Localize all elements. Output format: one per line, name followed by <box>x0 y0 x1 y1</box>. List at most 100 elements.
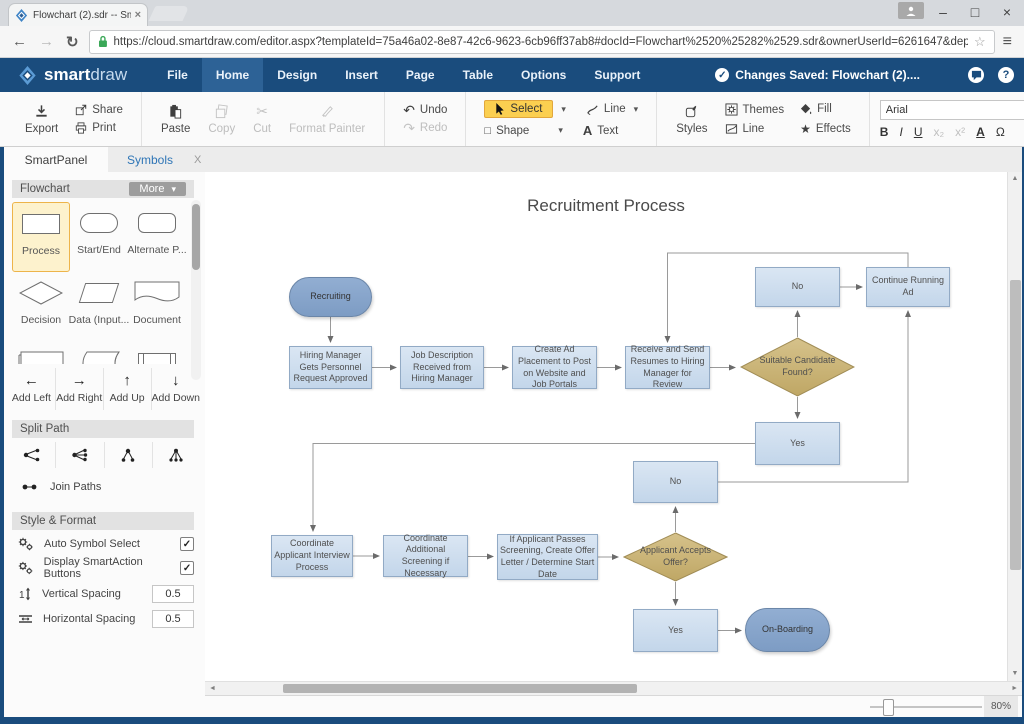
new-tab-button[interactable] <box>149 6 190 21</box>
export-button[interactable]: Export <box>25 104 58 135</box>
symbol-predefined-process[interactable] <box>128 342 186 364</box>
flow-node-no-top[interactable]: No <box>755 267 840 307</box>
fill-button[interactable]: Fill <box>800 103 851 116</box>
flow-node-recruiting[interactable]: Recruiting <box>289 277 372 317</box>
flow-decision-applicant-accepts[interactable]: Applicant Accepts Offer? <box>623 532 728 582</box>
split-three-down-button[interactable] <box>153 442 200 468</box>
font-color-button[interactable]: A <box>976 125 985 139</box>
close-button[interactable]: × <box>992 0 1022 24</box>
symbol-process[interactable]: Process <box>12 202 70 272</box>
address-bar[interactable]: https://cloud.smartdraw.com/editor.aspx?… <box>89 30 995 54</box>
bold-button[interactable]: B <box>880 125 889 139</box>
copy-button[interactable]: Copy <box>208 104 235 135</box>
tab-symbols[interactable]: Symbols <box>108 147 192 172</box>
scroll-up-icon[interactable]: ▲ <box>1008 172 1022 186</box>
special-char-button[interactable]: Ω <box>996 125 1005 139</box>
split-two-down-button[interactable] <box>105 442 153 468</box>
maximize-button[interactable]: □ <box>960 0 990 24</box>
cut-button[interactable]: ✂ Cut <box>253 104 271 135</box>
flow-node-create-ad[interactable]: Create Ad Placement to Post on Website a… <box>512 346 597 389</box>
symbol-start-end[interactable]: Start/End <box>70 202 128 272</box>
back-icon[interactable]: ← <box>12 33 27 50</box>
redo-button[interactable]: ↷ Redo <box>403 122 447 134</box>
canvas-horizontal-scrollbar[interactable]: ◄ ► <box>205 681 1022 695</box>
vertical-scroll-thumb[interactable] <box>1010 280 1021 570</box>
bookmark-star-icon[interactable]: ☆ <box>968 34 986 50</box>
line-style-button[interactable]: Line <box>725 122 785 135</box>
canvas-vertical-scrollbar[interactable]: ▲ ▼ <box>1007 172 1022 681</box>
drawing-canvas[interactable]: Recruitment Process <box>205 172 1007 681</box>
add-up-button[interactable]: ↑Add Up <box>104 368 152 410</box>
zoom-slider-handle[interactable] <box>883 699 894 716</box>
horizontal-spacing-input[interactable] <box>152 610 194 628</box>
symbol-stored-data[interactable] <box>70 342 128 364</box>
more-button[interactable]: More▾ <box>129 182 186 196</box>
italic-button[interactable]: I <box>899 125 902 139</box>
vertical-spacing-input[interactable] <box>152 585 194 603</box>
join-paths-button[interactable]: Join Paths <box>22 477 101 497</box>
themes-button[interactable]: Themes <box>725 103 785 116</box>
flow-node-coordinate-interview[interactable]: Coordinate Applicant Interview Process <box>271 535 353 577</box>
menu-insert[interactable]: Insert <box>331 58 392 92</box>
sidebar-scroll-thumb[interactable] <box>192 204 200 270</box>
browser-menu-icon[interactable]: ≡ <box>1003 33 1012 51</box>
menu-page[interactable]: Page <box>392 58 449 92</box>
symbol-document[interactable]: Document <box>128 272 186 342</box>
styles-button[interactable]: Styles <box>676 104 707 135</box>
flow-node-offer-letter[interactable]: If Applicant Passes Screening, Create Of… <box>497 534 598 580</box>
profile-icon[interactable] <box>898 2 924 19</box>
scroll-down-icon[interactable]: ▼ <box>1008 667 1022 681</box>
feedback-bubble-icon[interactable] <box>968 67 984 83</box>
effects-button[interactable]: ★ Effects <box>800 122 851 136</box>
flow-node-no-bottom[interactable]: No <box>633 461 718 503</box>
flow-node-yes-bottom[interactable]: Yes <box>633 609 718 652</box>
flow-node-coordinate-screening[interactable]: Coordinate Additional Screening if Neces… <box>383 535 468 577</box>
scroll-right-icon[interactable]: ► <box>1011 682 1018 695</box>
tab-smartpanel[interactable]: SmartPanel <box>4 147 108 172</box>
select-caret-icon[interactable]: ▾ <box>561 104 566 115</box>
menu-file[interactable]: File <box>153 58 202 92</box>
menu-home[interactable]: Home <box>202 58 263 92</box>
symbol-document-2[interactable] <box>12 342 70 364</box>
symbol-data-input[interactable]: Data (Input... <box>70 272 128 342</box>
flow-node-job-description[interactable]: Job Description Received from Hiring Man… <box>400 346 484 389</box>
superscript-button[interactable]: x² <box>955 125 965 139</box>
symbol-decision[interactable]: Decision <box>12 272 70 342</box>
menu-design[interactable]: Design <box>263 58 331 92</box>
browser-tab[interactable]: Flowchart (2).sdr -- SmartD × <box>8 3 148 26</box>
auto-symbol-select-checkbox[interactable]: ✓ <box>180 537 194 551</box>
select-tool-button[interactable]: Select <box>484 100 553 118</box>
shape-caret-icon[interactable]: ▾ <box>558 125 563 136</box>
text-tool-button[interactable]: Text <box>597 125 618 137</box>
refresh-icon[interactable]: ↻ <box>66 33 79 51</box>
panel-close-icon[interactable]: X <box>194 147 201 172</box>
flow-decision-suitable-candidate[interactable]: Suitable Candidate Found? <box>740 337 855 397</box>
display-smartaction-checkbox[interactable]: ✓ <box>180 561 194 575</box>
symbol-alternate-process[interactable]: Alternate P... <box>128 202 186 272</box>
paste-button[interactable]: Paste <box>161 104 190 135</box>
forward-icon[interactable]: → <box>39 33 54 50</box>
underline-button[interactable]: U <box>914 125 923 139</box>
add-right-button[interactable]: →Add Right <box>56 368 104 410</box>
split-three-right-button[interactable] <box>56 442 104 468</box>
print-button[interactable]: Print <box>75 122 123 134</box>
flow-node-hiring-manager[interactable]: Hiring Manager Gets Personnel Request Ap… <box>289 346 372 389</box>
undo-button[interactable]: ↶ Undo <box>403 104 447 116</box>
menu-support[interactable]: Support <box>580 58 654 92</box>
tab-close-icon[interactable]: × <box>135 9 141 21</box>
flow-node-yes-mid[interactable]: Yes <box>755 422 840 465</box>
sidebar-scrollbar[interactable] <box>191 200 201 380</box>
add-left-button[interactable]: ←Add Left <box>8 368 56 410</box>
line-tool-button[interactable]: Line <box>604 103 626 115</box>
flow-node-receive-resumes[interactable]: Receive and Send Resumes to Hiring Manag… <box>625 346 710 389</box>
menu-options[interactable]: Options <box>507 58 580 92</box>
flow-node-onboarding[interactable]: On-Boarding <box>745 608 830 652</box>
format-painter-button[interactable]: Format Painter <box>289 104 365 135</box>
help-icon[interactable]: ? <box>998 67 1014 83</box>
line-caret-icon[interactable]: ▾ <box>634 104 639 115</box>
menu-table[interactable]: Table <box>449 58 507 92</box>
minimize-button[interactable]: – <box>928 0 958 24</box>
share-button[interactable]: Share <box>75 104 123 116</box>
subscript-button[interactable]: x₂ <box>933 125 944 139</box>
flow-node-continue-running-ad[interactable]: Continue Running Ad <box>866 267 950 307</box>
